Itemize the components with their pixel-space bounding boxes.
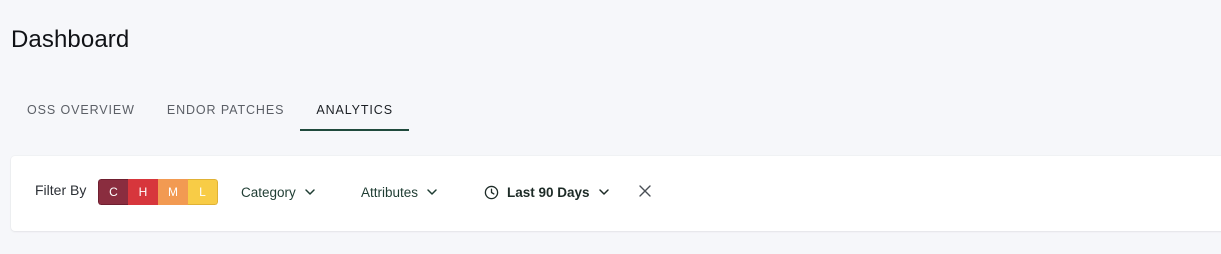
category-dropdown-label: Category [241, 184, 296, 200]
tab-oss-overview[interactable]: OSS OVERVIEW [11, 90, 151, 131]
date-range-dropdown[interactable]: Last 90 Days [484, 178, 610, 206]
category-dropdown[interactable]: Category [241, 178, 316, 206]
date-range-label: Last 90 Days [507, 184, 590, 200]
severity-filter-group: C H M L [98, 179, 218, 205]
page-title: Dashboard [11, 26, 130, 53]
filter-by-label: Filter By [35, 182, 87, 198]
severity-critical-toggle[interactable]: C [98, 179, 128, 205]
tab-bar: OSS OVERVIEW ENDOR PATCHES ANALYTICS [11, 90, 409, 132]
chevron-down-icon [305, 189, 315, 195]
clock-icon [484, 185, 499, 199]
filter-bar: Filter By C H M L Category Attributes La… [11, 156, 1221, 231]
attributes-dropdown-label: Attributes [361, 184, 419, 200]
chevron-down-icon [598, 189, 609, 195]
clear-filters-close-icon[interactable] [638, 184, 652, 198]
attributes-dropdown[interactable]: Attributes [361, 178, 438, 206]
chevron-down-icon [427, 189, 437, 195]
severity-high-toggle[interactable]: H [128, 179, 158, 205]
tab-endor-patches[interactable]: ENDOR PATCHES [151, 90, 301, 131]
tab-analytics[interactable]: ANALYTICS [300, 90, 409, 131]
severity-low-toggle[interactable]: L [188, 179, 218, 205]
severity-medium-toggle[interactable]: M [158, 179, 188, 205]
